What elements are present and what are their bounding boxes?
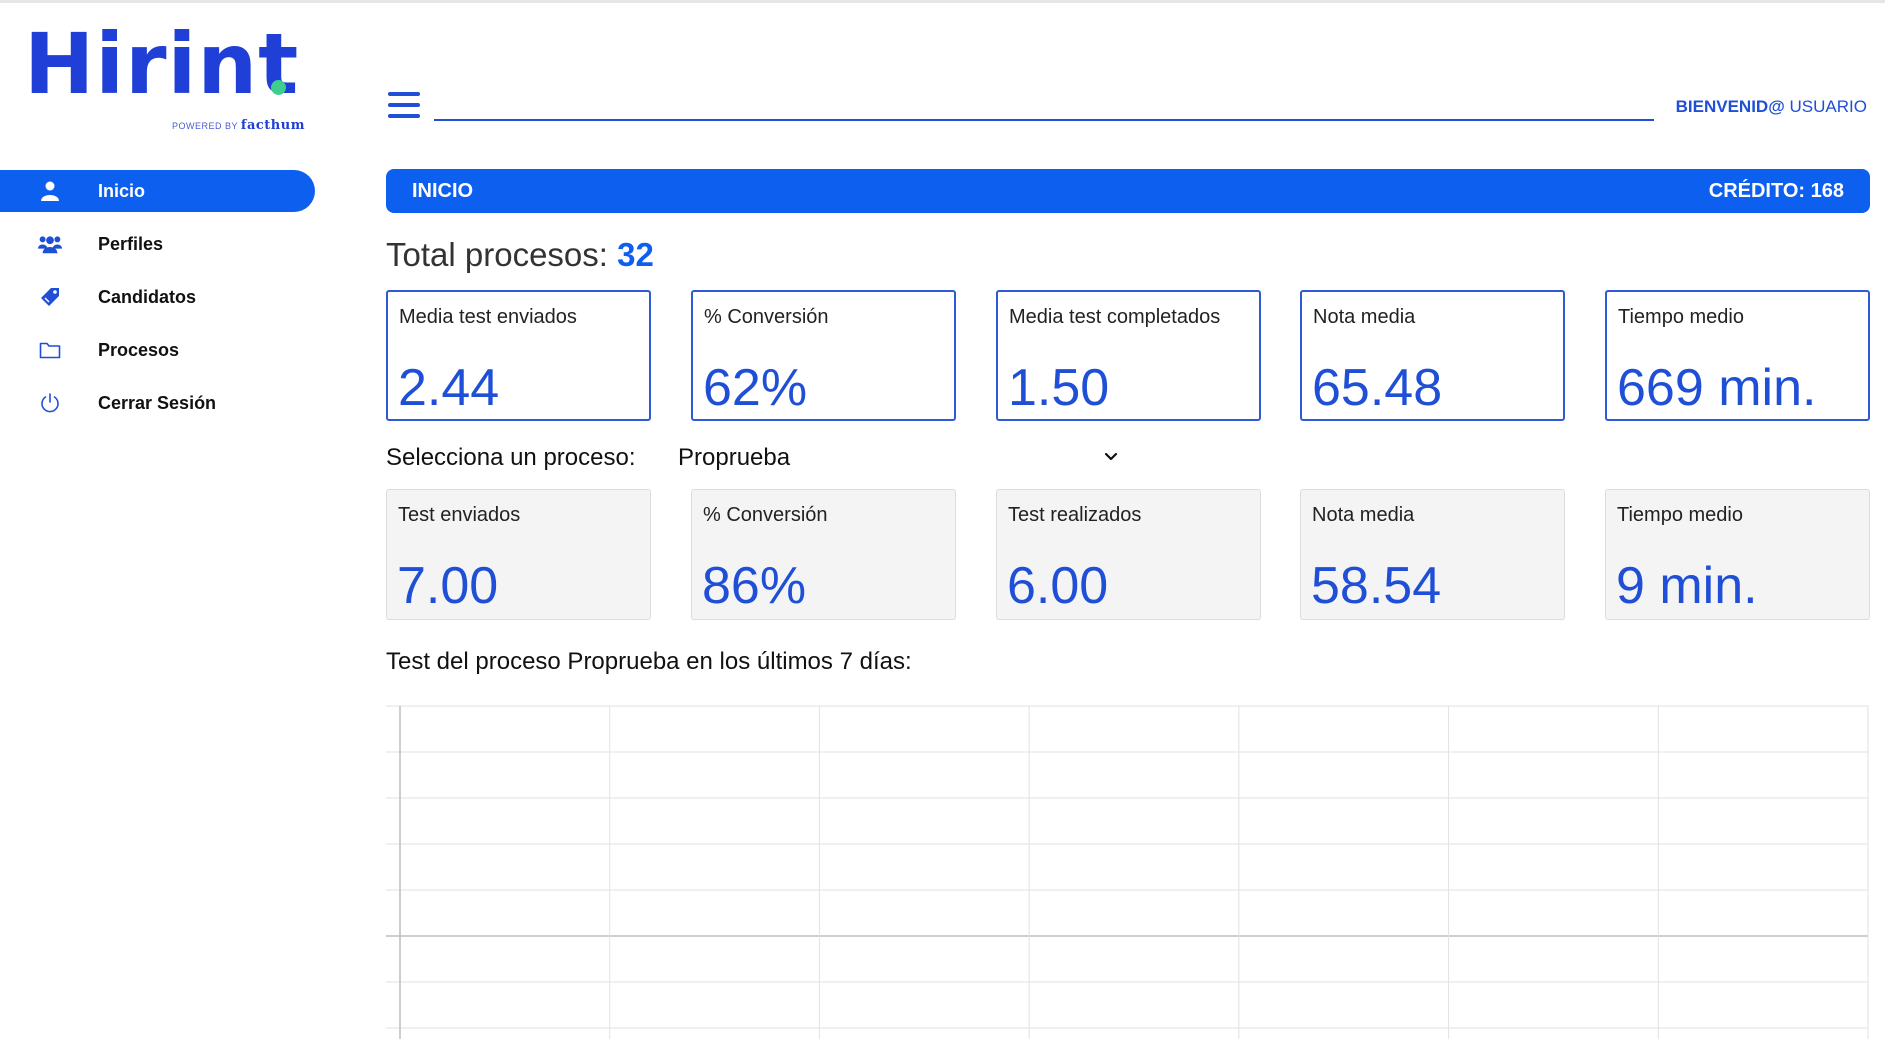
sidebar-item-label: Perfiles — [98, 233, 164, 254]
stat-label: Nota media — [1313, 306, 1416, 328]
user-icon — [38, 179, 62, 203]
stat-label: % Conversión — [703, 504, 828, 526]
stat-value: 65.48 — [1312, 359, 1443, 417]
stat-label: Tiempo medio — [1617, 504, 1743, 526]
stat-value: 9 min. — [1616, 557, 1758, 615]
stat-value: 2.44 — [398, 359, 500, 417]
power-icon — [38, 391, 62, 415]
process-select-row: Selecciona un proceso: Proprueba — [386, 442, 1126, 476]
credit-badge: CRÉDITO: 168 — [1708, 179, 1844, 202]
sidebar-item-label: Procesos — [98, 339, 180, 360]
sidebar-item-cerrar-sesion[interactable]: Cerrar Sesión — [0, 382, 315, 424]
chevron-down-icon — [1104, 446, 1118, 467]
chart-section-title: Test del proceso Proprueba en los último… — [386, 648, 912, 675]
stat-card: Tiempo medio 669 min. — [1605, 290, 1870, 421]
welcome-user[interactable]: BIENVENID@ USUARIO — [1676, 97, 1867, 117]
global-stats: Media test enviados 2.44 % Conversión 62… — [386, 290, 1870, 421]
total-processes: Total procesos: 32 — [386, 236, 654, 274]
page-title: INICIO — [412, 179, 474, 202]
app-logo[interactable]: Hirint POWERED BY facthum — [24, 22, 304, 133]
sidebar-item-candidatos[interactable]: Candidatos — [0, 276, 315, 318]
process-select[interactable]: Proprueba — [678, 442, 1118, 476]
stat-label: Media test completados — [1009, 306, 1221, 328]
hamburger-line — [388, 114, 420, 118]
sidebar-item-label: Inicio — [98, 180, 146, 201]
stat-value: 669 min. — [1617, 359, 1817, 417]
stat-label: Test realizados — [1008, 504, 1142, 526]
stat-label: % Conversión — [704, 306, 829, 328]
top-border — [0, 0, 1885, 3]
process-select-value: Proprueba — [678, 444, 791, 471]
total-processes-value: 32 — [617, 236, 654, 273]
sidebar-item-inicio[interactable]: Inicio — [0, 170, 315, 212]
folder-icon — [38, 338, 62, 362]
stat-card: Media test completados 1.50 — [996, 290, 1261, 421]
stat-value: 86% — [702, 557, 807, 615]
stat-value: 58.54 — [1311, 557, 1442, 615]
menu-toggle-button[interactable] — [388, 92, 420, 118]
stat-card: Test realizados 6.00 — [996, 489, 1261, 620]
stat-value: 6.00 — [1007, 557, 1109, 615]
process-stats: Test enviados 7.00 % Conversión 86% Test… — [386, 489, 1870, 620]
stat-card: Media test enviados 2.44 — [386, 290, 651, 421]
sidebar-item-procesos[interactable]: Procesos — [0, 329, 315, 371]
tag-icon — [38, 285, 62, 309]
header-divider — [434, 119, 1654, 121]
username: USUARIO — [1789, 97, 1867, 116]
hamburger-line — [388, 92, 420, 96]
stat-card: Test enviados 7.00 — [386, 489, 651, 620]
logo-dot — [271, 80, 286, 95]
stat-card: Nota media 65.48 — [1300, 290, 1565, 421]
stat-label: Test enviados — [398, 504, 521, 526]
page-title-bar: INICIO CRÉDITO: 168 — [386, 169, 1870, 213]
stat-label: Media test enviados — [399, 306, 577, 328]
total-processes-label: Total procesos: — [386, 236, 608, 273]
chart-canvas — [386, 705, 1869, 1039]
welcome-label: BIENVENID@ — [1675, 97, 1785, 116]
process-select-label: Selecciona un proceso: — [386, 444, 636, 471]
sidebar-item-perfiles[interactable]: Perfiles — [0, 223, 315, 265]
process-tests-chart — [386, 700, 1870, 1039]
stat-card: Tiempo medio 9 min. — [1605, 489, 1870, 620]
stat-value: 1.50 — [1008, 359, 1110, 417]
stat-card: % Conversión 62% — [691, 290, 956, 421]
stat-card: Nota media 58.54 — [1300, 489, 1565, 620]
stat-label: Tiempo medio — [1618, 306, 1744, 328]
sidebar-item-label: Cerrar Sesión — [98, 392, 217, 413]
sidebar-item-label: Candidatos — [98, 286, 197, 307]
users-icon — [38, 232, 62, 256]
stat-card: % Conversión 86% — [691, 489, 956, 620]
logo-wordmark: Hirint — [24, 15, 300, 113]
stat-label: Nota media — [1312, 504, 1415, 526]
stat-value: 7.00 — [397, 557, 499, 615]
logo-powered-by: POWERED BY facthum — [172, 118, 305, 133]
logo-powered-label: POWERED BY — [172, 121, 238, 131]
stat-value: 62% — [703, 359, 808, 417]
hamburger-line — [388, 103, 420, 107]
logo-brand: facthum — [240, 118, 305, 133]
